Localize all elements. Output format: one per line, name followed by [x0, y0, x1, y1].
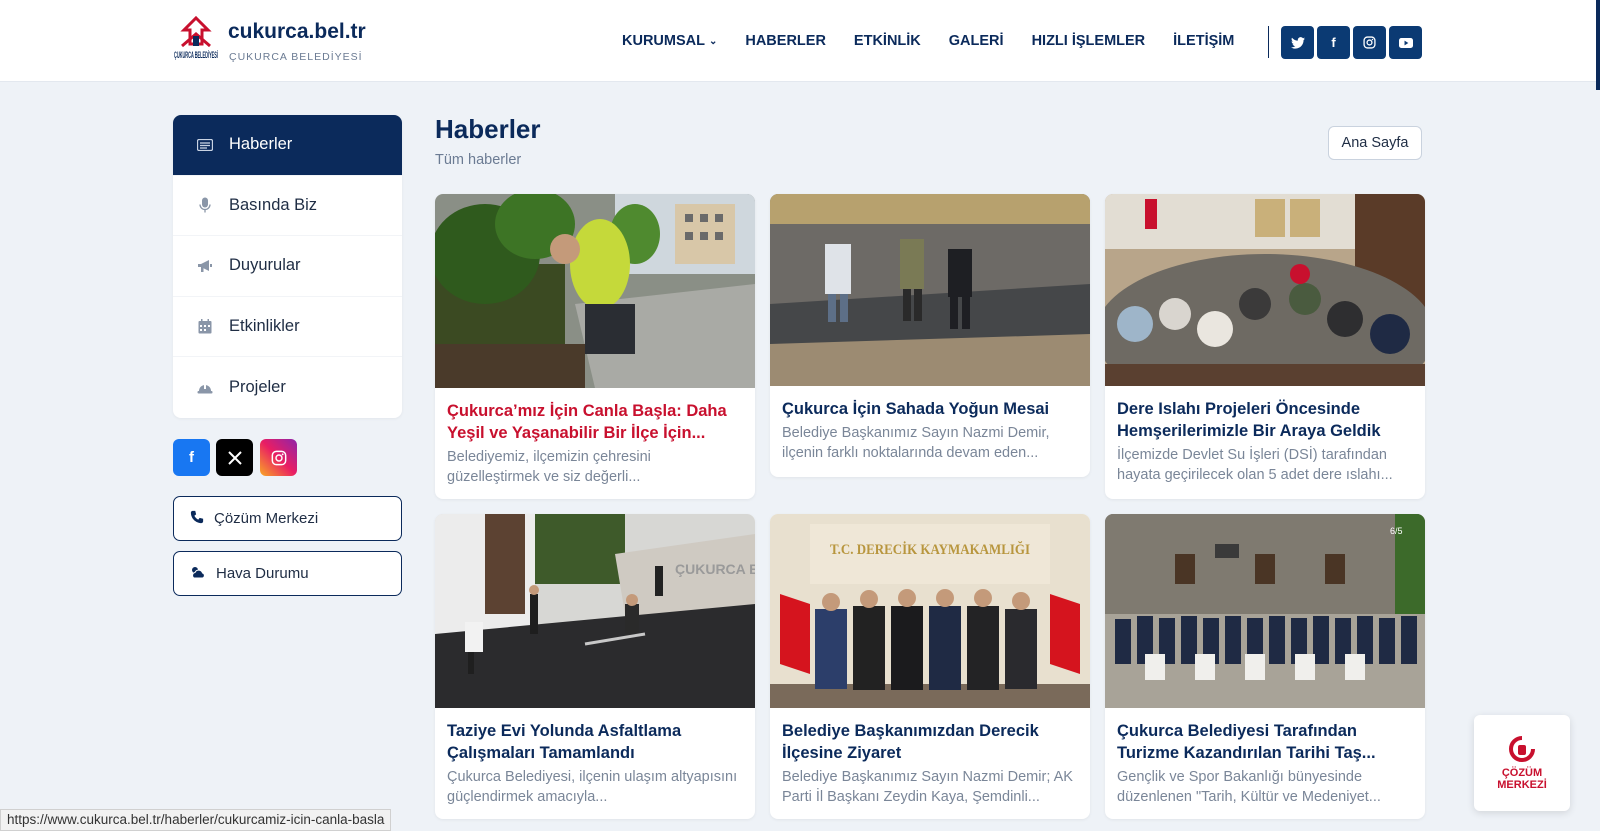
nav-iletisim[interactable]: İLETİŞİM — [1173, 33, 1234, 49]
sidebar-item-label: Projeler — [229, 378, 286, 397]
news-title[interactable]: Çukurca İçin Sahada Yoğun Mesai — [782, 398, 1078, 420]
scrollbar-thumb[interactable] — [1596, 0, 1600, 90]
news-excerpt: Belediye Başkanımız Sayın Nazmi Demir, i… — [782, 425, 1050, 461]
page-title: Haberler — [435, 114, 541, 144]
cozum-merkezi-logo-icon — [1509, 735, 1535, 767]
news-title[interactable]: Çukurca’mız İçin Canla Başla: Daha Yeşil… — [447, 400, 743, 444]
widget-label-line2: MERKEZİ — [1497, 778, 1547, 791]
main-nav: KURUMSAL ⌄ HABERLER ETKİNLİK GALERİ HIZLI… — [622, 0, 1234, 82]
brand-subtitle: ÇUKURCA BELEDİYESİ — [229, 51, 363, 63]
status-bar-url: https://www.cukurca.bel.tr/haberler/cuku… — [0, 809, 392, 831]
news-photo-historic-stone-house: 6/5 — [1105, 514, 1425, 708]
news-excerpt: Gençlik ve Spor Bakanlığı bünyesinde düz… — [1117, 769, 1381, 805]
facebook-icon[interactable]: f — [1317, 26, 1350, 59]
news-photo-site-visit — [770, 194, 1090, 386]
news-photo-meeting — [1105, 194, 1425, 386]
instagram-icon[interactable] — [260, 439, 297, 476]
nav-divider — [1268, 26, 1269, 58]
ana-sayfa-button[interactable]: Ana Sayfa — [1328, 126, 1422, 160]
news-photo-planting — [435, 194, 755, 388]
news-card[interactable]: ÇUKURCA BE Taziye Evi Yolunda Asfaltlama… — [435, 514, 755, 819]
hava-durumu-button[interactable]: Hava Durumu — [173, 551, 402, 596]
news-card[interactable]: Çukurca’mız İçin Canla Başla: Daha Yeşil… — [435, 194, 755, 499]
sidebar-item-etkinlikler[interactable]: Etkinlikler — [173, 297, 402, 358]
cloud-sun-icon — [190, 565, 206, 583]
microphone-icon — [197, 197, 213, 213]
hardhat-icon — [197, 380, 213, 396]
facebook-icon[interactable]: f — [173, 439, 210, 476]
twitter-icon[interactable] — [1281, 26, 1314, 59]
sidebar-item-label: Basında Biz — [229, 195, 318, 214]
sidebar-item-projeler[interactable]: Projeler — [173, 357, 402, 418]
news-card[interactable]: T.C. DERECİK KAYMAKAMLIĞI Belediye Başka… — [770, 514, 1090, 819]
news-title[interactable]: Çukurca Belediyesi Tarafından Turizme Ka… — [1117, 720, 1413, 764]
x-icon[interactable] — [216, 439, 253, 476]
news-card[interactable]: Dere Islahı Projeleri Öncesinde Hemşeril… — [1105, 194, 1425, 499]
municipality-logo[interactable]: ÇUKURCA BELEDİYESİ — [172, 15, 220, 68]
nav-haberler[interactable]: HABERLER — [745, 33, 826, 49]
sidebar-item-duyurular[interactable]: Duyurular — [173, 236, 402, 297]
news-title[interactable]: Dere Islahı Projeleri Öncesinde Hemşeril… — [1117, 398, 1413, 442]
news-excerpt: Belediyemiz, ilçemizin çehresini güzelle… — [447, 449, 651, 485]
phone-icon — [190, 510, 204, 528]
news-photo-asphalt: ÇUKURCA BE — [435, 514, 755, 708]
news-card[interactable]: 6/5 Çukurca Belediyesi Tarafından Turizm… — [1105, 514, 1425, 819]
sidebar-item-label: Etkinlikler — [229, 317, 300, 336]
news-card[interactable]: Çukurca İçin Sahada Yoğun Mesai Belediye… — [770, 194, 1090, 477]
sidebar-item-haberler[interactable]: Haberler — [173, 115, 402, 176]
cozum-merkezi-button[interactable]: Çözüm Merkezi — [173, 496, 402, 541]
svg-text:ÇUKURCA BELEDİYESİ: ÇUKURCA BELEDİYESİ — [174, 50, 218, 60]
news-photo-derecik-visit: T.C. DERECİK KAYMAKAMLIĞI — [770, 514, 1090, 708]
nav-hizli-islemler[interactable]: HIZLI İŞLEMLER — [1032, 33, 1146, 49]
svg-text:ÇUKURCA BE: ÇUKURCA BE — [675, 561, 755, 577]
page-subtitle: Tüm haberler — [435, 152, 522, 168]
news-excerpt: Çukurca Belediyesi, ilçenin ulaşım altya… — [447, 769, 738, 805]
instagram-icon[interactable] — [1353, 26, 1386, 59]
cozum-merkezi-widget[interactable]: ÇÖZÜM MERKEZİ — [1474, 715, 1570, 811]
sidebar-item-label: Duyurular — [229, 256, 301, 275]
sidebar-item-basinda-biz[interactable]: Basında Biz — [173, 176, 402, 237]
news-excerpt: Belediye Başkanımız Sayın Nazmi Demir; A… — [782, 769, 1073, 805]
brand-name[interactable]: cukurca.bel.tr — [228, 20, 366, 44]
newspaper-icon — [197, 137, 213, 153]
sidebar-item-label: Haberler — [229, 135, 293, 154]
site-header: ÇUKURCA BELEDİYESİ cukurca.bel.tr ÇUKURC… — [0, 0, 1600, 90]
news-title[interactable]: Taziye Evi Yolunda Asfaltlama Çalışmalar… — [447, 720, 743, 764]
calendar-icon — [197, 319, 213, 335]
megaphone-icon — [197, 258, 213, 274]
news-excerpt: İlçemizde Devlet Su İşleri (DSİ) tarafın… — [1117, 447, 1393, 483]
svg-text:T.C. DERECİK KAYMAKAMLIĞI: T.C. DERECİK KAYMAKAMLIĞI — [830, 541, 1030, 558]
widget-label-line1: ÇÖZÜM — [1501, 766, 1543, 779]
youtube-icon[interactable] — [1389, 26, 1422, 59]
svg-text:6/5: 6/5 — [1390, 526, 1403, 536]
nav-kurumsal[interactable]: KURUMSAL ⌄ — [622, 33, 717, 49]
nav-galeri[interactable]: GALERİ — [949, 33, 1004, 49]
news-title[interactable]: Belediye Başkanımızdan Derecik İlçesine … — [782, 720, 1078, 764]
sidebar-menu: Haberler Basında Biz Duyurular Etkinlikl… — [173, 115, 402, 418]
chevron-down-icon: ⌄ — [708, 35, 718, 47]
nav-etkinlik[interactable]: ETKİNLİK — [854, 33, 921, 49]
